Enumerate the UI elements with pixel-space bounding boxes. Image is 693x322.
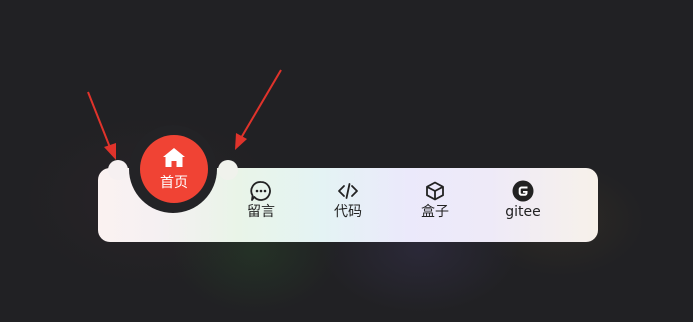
- nav-item-box-label: 盒子: [421, 204, 449, 220]
- home-icon: [162, 147, 186, 173]
- nav-item-gitee-label: gitee: [505, 204, 541, 220]
- nav-item-code[interactable]: 代码: [313, 180, 383, 228]
- chat-bubble-icon: [250, 180, 272, 202]
- notch-left-shoulder: [108, 160, 128, 180]
- right-arrow-icon: [235, 69, 282, 150]
- nav-item-messages-label: 留言: [247, 204, 275, 220]
- notch-right-shoulder: [218, 160, 238, 180]
- code-icon: [337, 180, 359, 202]
- nav-item-messages[interactable]: 留言: [226, 180, 296, 228]
- box-icon: [424, 180, 446, 202]
- nav-item-box[interactable]: 盒子: [400, 180, 470, 228]
- nav-item-gitee[interactable]: gitee: [488, 180, 558, 228]
- annotation-arrows: [87, 69, 282, 160]
- gitee-icon: [512, 180, 534, 202]
- left-arrow-icon: [87, 91, 116, 160]
- nav-item-home[interactable]: 首页: [140, 135, 208, 203]
- nav-item-home-label: 首页: [160, 174, 188, 191]
- nav-item-code-label: 代码: [334, 204, 362, 220]
